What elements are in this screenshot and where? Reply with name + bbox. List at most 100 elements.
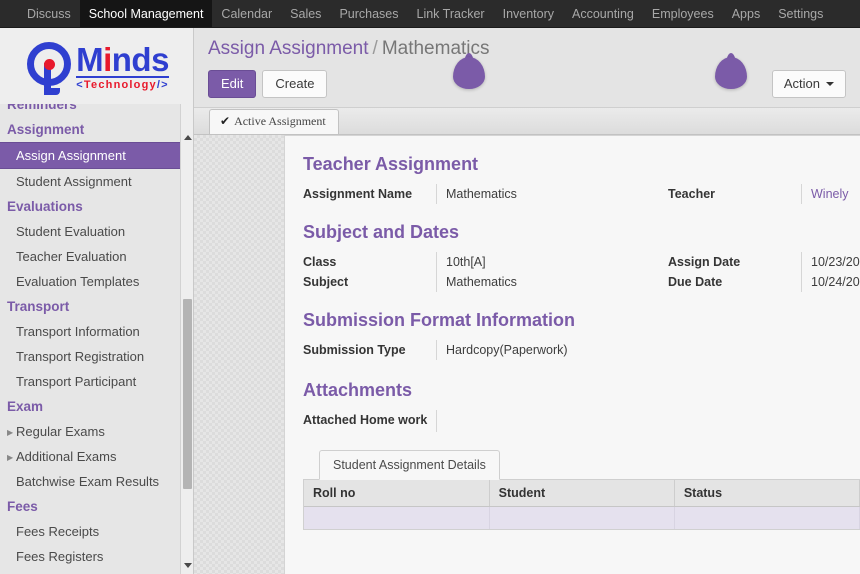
sidebar-scroll-thumb[interactable] [183,299,192,489]
main-content: Assign Assignment / Mathematics Edit Creat… [194,28,860,574]
field-value[interactable]: Mathematics [436,184,668,205]
sidebar-heading-reminders: Reminders [7,104,77,112]
field-value[interactable]: 10/24/20 [801,272,860,293]
tab-student-assignment-details[interactable]: Student Assignment Details [319,450,500,481]
nav-item-apps[interactable]: Apps [723,0,770,27]
sidebar-item-evaluation-templates[interactable]: Evaluation Templates [0,269,180,294]
form-field-grid: Submission Type Hardcopy(Paperwork) [303,340,860,362]
form-group-title: Teacher Assignment [303,154,479,175]
sidebar-scrollbar[interactable] [180,104,193,574]
form-group-title: Subject and Dates [303,222,460,243]
nav-item-calendar[interactable]: Calendar [212,0,281,27]
table-cell[interactable] [674,506,860,529]
logo-tagline-close: /> [156,79,169,92]
field-value[interactable]: 10th[A] [436,252,668,273]
control-panel: Assign Assignment / Mathematics Edit Creat… [194,28,860,109]
button-row: Edit Create Action [208,70,846,99]
table-cell[interactable] [304,506,490,529]
logo-tagline-open: < [76,79,84,92]
logo-wordmark: Minds [76,41,170,78]
nav-item-discuss[interactable]: Discuss [18,0,80,27]
field-label [668,340,801,346]
sidebar-item-student-assignment[interactable]: Student Assignment [0,169,180,194]
logo-letter-m: M [76,41,104,78]
field-label: Assign Date [668,255,741,270]
action-dropdown-button[interactable]: Action [771,70,846,99]
status-tab-bar: ✔ Active Assignment [194,108,860,136]
column-header-student[interactable]: Student [489,480,675,508]
breadcrumb-separator: / [372,38,378,59]
nav-item-purchases[interactable]: Purchases [330,0,407,27]
app-shell: Minds <Technology/> Club DetailsReminder… [0,28,860,574]
field-value[interactable] [801,340,860,362]
edit-button[interactable]: Edit [208,70,257,99]
scroll-up-arrow-icon[interactable] [181,131,193,144]
logo-letter-i: i [103,41,112,78]
form-group-subject-and-dates: Subject and Dates Class 10th[A] Assign Date… [303,222,860,293]
field-label: Class [303,255,337,270]
chevron-right-icon: ▶ [7,428,14,437]
nav-item-sales[interactable]: Sales [281,0,330,27]
sidebar-item-assign-assignment[interactable]: Assign Assignment [0,142,180,169]
field-value[interactable]: Hardcopy(Paperwork) [436,340,668,361]
nav-item-accounting[interactable]: Accounting [563,0,643,27]
nav-item-employees[interactable]: Employees [643,0,723,27]
sidebar-heading-transport: Transport [7,299,70,314]
sidebar-heading-assignment: Assignment [7,122,85,137]
table-header-row: Roll no Student Status [304,480,860,508]
field-label: Due Date [668,275,723,290]
field-label: Attached Home work [303,413,428,428]
form-group-title: Attachments [303,380,413,401]
sidebar-heading-hostel: Hostel [0,569,180,574]
brand-logo[interactable]: Minds <Technology/> [0,28,193,104]
table-row[interactable] [304,506,860,529]
sidebar-item-fees-receipts[interactable]: Fees Receipts [0,519,180,544]
create-button[interactable]: Create [262,70,328,99]
sidebar-item-transport-participant[interactable]: Transport Participant [0,369,180,394]
sidebar: Minds <Technology/> Club DetailsReminder… [0,28,194,574]
student-assignment-table: Roll no Student Status [303,480,860,530]
nav-item-inventory[interactable]: Inventory [494,0,563,27]
field-label: Assignment Name [303,187,413,202]
sidebar-item-student-evaluation[interactable]: Student Evaluation [0,219,180,244]
sidebar-item-additional-exams[interactable]: ▶ Additional Exams [0,444,180,469]
table-cell[interactable] [489,506,675,529]
form-group-attachments: Attachments Attached Home work [303,380,860,433]
logo-letters-nds: nds [111,41,170,78]
check-icon: ✔ [220,114,231,129]
field-value[interactable]: 10/23/20 [801,252,860,273]
logo-tagline: <Technology/> [76,76,169,91]
scroll-down-arrow-icon[interactable] [181,559,193,572]
action-label: Action [783,76,820,91]
field-label: Submission Type [303,343,406,358]
nav-item-link-tracker[interactable]: Link Tracker [408,0,494,27]
form-field-grid: Class 10th[A] Assign Date 10/23/20 Subject Ma… [303,252,860,293]
form-sheet: Teacher Assignment Assignment Name Mathema… [284,135,860,574]
nav-item-school-management[interactable]: School Management [79,0,213,27]
form-field-grid: Assignment Name Mathematics Teacher Winely [303,184,860,205]
top-navbar: Discuss School Management Calendar Sales Pur… [0,0,860,28]
breadcrumb-parent-link[interactable]: Assign Assignment [208,38,369,59]
status-tab-label: Active Assignment [234,114,326,129]
column-header-roll-no[interactable]: Roll no [304,480,490,508]
form-group-teacher-assignment: Teacher Assignment Assignment Name Mathema… [303,154,860,205]
sidebar-item-fees-registers[interactable]: Fees Registers [0,544,180,569]
sidebar-item-batchwise-exam-results[interactable]: Batchwise Exam Results [0,469,180,494]
field-value-link[interactable]: Winely [801,184,860,205]
sidebar-item-regular-exams[interactable]: ▶ Regular Exams [0,419,180,444]
sidebar-item-teacher-evaluation[interactable]: Teacher Evaluation [0,244,180,269]
sidebar-item-transport-information[interactable]: Transport Information [0,319,180,344]
sidebar-item-transport-registration[interactable]: Transport Registration [0,344,180,369]
column-header-status[interactable]: Status [674,480,860,508]
field-value[interactable]: Mathematics [436,272,668,293]
sidebar-heading-fees: Fees [7,499,38,514]
field-value[interactable] [436,410,668,433]
sidebar-heading-exam: Exam [7,399,44,414]
chevron-down-icon [826,82,834,87]
notebook: Student Assignment Details Roll no Student… [303,450,860,530]
nav-item-settings[interactable]: Settings [769,0,832,27]
logo-tagline-text: Technology [83,79,157,92]
form-field-grid: Attached Home work [303,410,860,433]
field-value[interactable] [801,410,860,432]
status-tab-active-assignment[interactable]: ✔ Active Assignment [209,109,339,135]
